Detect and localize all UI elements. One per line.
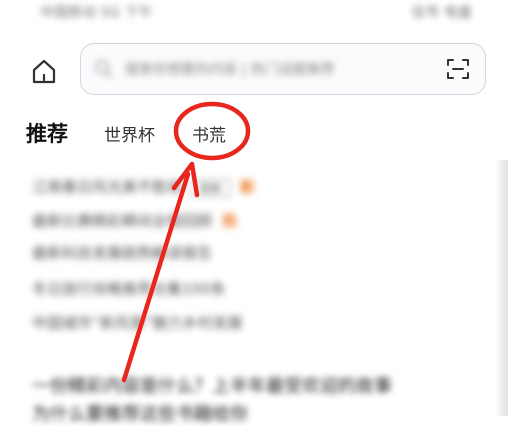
list-item[interactable]: 最新比赛精彩瞬间全程回顾热 xyxy=(32,210,237,232)
top-header: 搜索你想要的内容 | 热门话题推荐 xyxy=(0,40,508,100)
list-item[interactable]: 最新科技发展趋势解读报告 xyxy=(32,242,212,264)
tab-book-shortage[interactable]: 书荒 xyxy=(192,121,226,146)
list-item[interactable]: 中国城市“新风景”魅力乡村发展 xyxy=(32,312,243,334)
home-icon xyxy=(32,59,56,84)
status-indicators: 信号 电量 xyxy=(411,5,472,21)
article-subtitle[interactable]: 为什么要推荐这些书籍给你 xyxy=(32,400,492,426)
search-input[interactable]: 搜索你想要的内容 | 热门话题推荐 xyxy=(80,43,486,95)
search-placeholder: 搜索你想要的内容 | 热门话题推荐 xyxy=(125,62,335,78)
annotation-arrow-shaft xyxy=(121,171,191,383)
home-button[interactable] xyxy=(26,53,62,89)
search-icon xyxy=(95,60,113,78)
status-bar: 中国移动 5G 下午 信号 电量 xyxy=(0,0,508,30)
scroll-shadow xyxy=(494,160,508,416)
list-item[interactable]: 冬日旅行攻略推荐合集100条 xyxy=(32,278,226,300)
scan-icon[interactable] xyxy=(445,56,471,82)
tab-world-cup[interactable]: 世界杯 xyxy=(104,121,155,146)
tab-bar: 推荐 世界杯 书荒 xyxy=(0,108,508,152)
article-title[interactable]: 一份精彩内容是什么？上半年最受欢迎的故事 xyxy=(32,372,492,398)
list-item[interactable]: 江南春日风光美不胜收 视频新 xyxy=(32,176,255,198)
tab-recommend[interactable]: 推荐 xyxy=(26,118,68,148)
status-carrier-time: 中国移动 5G 下午 xyxy=(40,5,153,21)
